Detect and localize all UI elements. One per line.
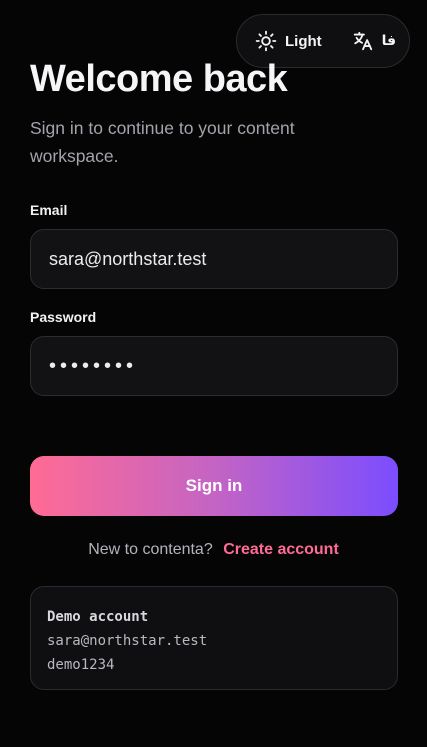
demo-account-password: demo1234 bbox=[47, 657, 115, 673]
translate-icon bbox=[352, 30, 374, 52]
demo-account-heading: Demo account bbox=[47, 609, 149, 625]
signin-page: Light فا Welcome back Sign in to continu… bbox=[0, 0, 427, 747]
create-account-link[interactable]: Create account bbox=[223, 541, 339, 558]
signup-prompt-text: New to contenta? bbox=[88, 541, 213, 558]
email-field-value: sara@northstar.test bbox=[49, 248, 207, 269]
page-title: Welcome back bbox=[30, 58, 288, 100]
language-toggle-button[interactable]: فا bbox=[352, 30, 396, 52]
signup-prompt-row: New to contenta? Create account bbox=[0, 541, 427, 559]
password-label: Password bbox=[30, 309, 97, 325]
password-field-value: •••••••• bbox=[49, 354, 138, 377]
sun-icon bbox=[255, 30, 277, 52]
demo-account-email: sara@northstar.test bbox=[47, 633, 208, 649]
sign-in-button-label: Sign in bbox=[185, 476, 243, 495]
demo-account-card: Demo account sara@northstar.test demo123… bbox=[30, 586, 398, 690]
password-field[interactable]: •••••••• bbox=[30, 336, 398, 396]
theme-toggle-button[interactable]: Light bbox=[255, 30, 322, 52]
theme-toggle-label: Light bbox=[285, 32, 322, 50]
page-subtitle: Sign in to continue to your content work… bbox=[30, 118, 295, 166]
email-field[interactable]: sara@northstar.test bbox=[30, 229, 398, 289]
email-label: Email bbox=[30, 202, 68, 218]
sign-in-button[interactable]: Sign in bbox=[30, 456, 398, 516]
language-toggle-label: فا bbox=[381, 33, 397, 49]
